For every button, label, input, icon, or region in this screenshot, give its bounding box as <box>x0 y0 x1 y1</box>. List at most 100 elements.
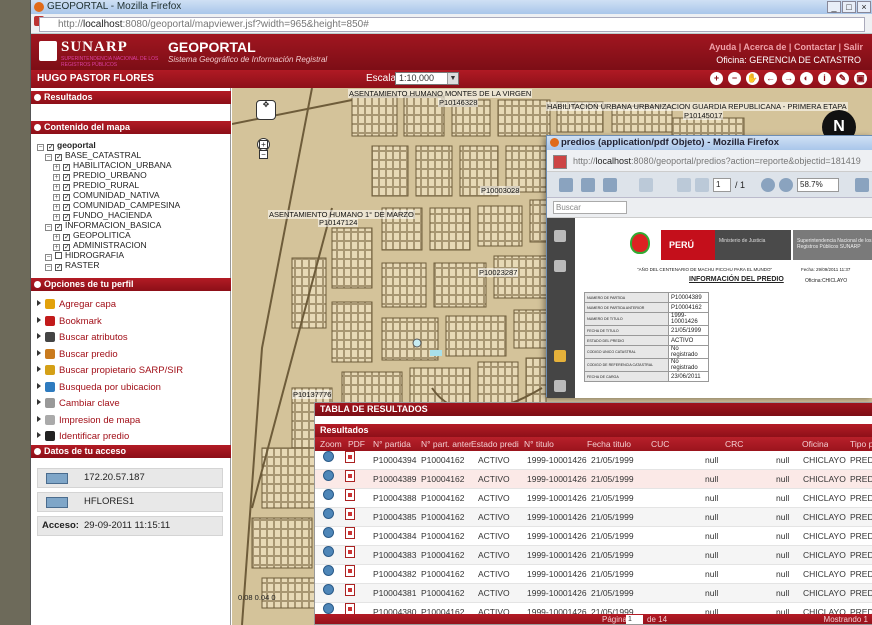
panel-resultados[interactable]: Resultados <box>31 91 231 104</box>
zoom-to-icon[interactable] <box>323 470 334 481</box>
table-row[interactable]: P10004383 P10004162 ACTIVO 1999-10001426 21/… <box>315 546 872 565</box>
option-item[interactable]: Buscar atributos <box>37 331 128 345</box>
prev-page-icon[interactable] <box>677 178 691 192</box>
zoom-out-icon[interactable]: − <box>728 72 741 85</box>
table-row[interactable]: P10004394 P10004162 ACTIVO 1999-10001426 21/… <box>315 451 872 470</box>
page-input[interactable]: 1 <box>713 178 731 192</box>
panel-opciones[interactable]: Opciones de tu perfil <box>31 278 231 291</box>
expand-icon[interactable]: − <box>45 264 52 271</box>
option-item[interactable]: Busqueda por ubicacion <box>37 381 161 395</box>
column-header[interactable]: N° titulo <box>524 437 554 451</box>
full-extent-icon[interactable]: ◐ <box>800 72 813 85</box>
header-links[interactable]: Ayuda | Acerca de | Contactar | Salir <box>709 42 863 52</box>
zoom-in-icon[interactable]: + <box>710 72 723 85</box>
option-item[interactable]: Impresion de mapa <box>37 414 140 428</box>
back-icon[interactable]: ← <box>764 72 777 85</box>
zoom-out-button[interactable]: − <box>259 150 268 159</box>
maximize-button[interactable]: □ <box>842 1 856 13</box>
layer-node[interactable]: − ✓ INFORMACION_BASICA <box>45 220 161 231</box>
table-row[interactable]: P10004381 P10004162 ACTIVO 1999-10001426 21/… <box>315 584 872 603</box>
forward-icon[interactable]: → <box>782 72 795 85</box>
expand-icon[interactable]: − <box>45 154 52 161</box>
pdf-search-input[interactable]: Buscar <box>553 201 627 214</box>
attachment-icon[interactable] <box>554 380 566 392</box>
column-header[interactable]: Zoom <box>320 437 342 451</box>
column-header[interactable]: Tipo pre <box>850 437 872 451</box>
info-icon[interactable]: i <box>818 72 831 85</box>
hand-tool-icon[interactable] <box>639 178 653 192</box>
page-number-input[interactable]: 1 <box>626 615 643 624</box>
fit-page-icon[interactable] <box>855 178 869 192</box>
address-bar[interactable]: http://localhost:8080/geoportal/mapviewe… <box>39 17 865 32</box>
layer-node[interactable]: + ✓ HABILITACION_URBANA <box>53 160 172 171</box>
pages-icon[interactable] <box>554 230 566 242</box>
measure-icon[interactable]: ✎ <box>836 72 849 85</box>
column-header[interactable]: N° partida <box>373 437 411 451</box>
zoom-to-icon[interactable] <box>323 489 334 500</box>
table-row[interactable]: P10004389 P10004162 ACTIVO 1999-10001426 21/… <box>315 470 872 489</box>
layer-node[interactable]: − ✓ RASTER <box>45 260 99 271</box>
column-header[interactable]: CRC <box>725 437 743 451</box>
panel-datos[interactable]: Datos de tu acceso <box>31 445 231 458</box>
zoom-in-button[interactable]: + <box>259 140 268 149</box>
layer-node[interactable]: + ✓ PREDIO_URBANO <box>53 170 147 181</box>
minimize-button[interactable]: _ <box>827 1 841 13</box>
zoom-select[interactable]: 58.7% <box>797 178 839 192</box>
table-row[interactable]: P10004382 P10004162 ACTIVO 1999-10001426 21/… <box>315 565 872 584</box>
zoom-in-icon[interactable] <box>779 178 793 192</box>
pan-icon[interactable]: ✋ <box>746 72 759 85</box>
option-item[interactable]: Agregar capa <box>37 298 116 312</box>
layer-node[interactable]: + ✓ PREDIO_RURAL <box>53 180 139 191</box>
next-page-icon[interactable] <box>695 178 709 192</box>
layer-node[interactable]: − HIDROGRAFIA <box>45 250 124 261</box>
layer-node[interactable]: + ✓ GEOPOLITICA <box>53 230 131 241</box>
layer-node[interactable]: − ✓ geoportal <box>37 140 96 151</box>
zoom-to-icon[interactable] <box>323 603 334 614</box>
column-header[interactable]: PDF <box>348 437 365 451</box>
layer-checkbox[interactable] <box>55 252 62 259</box>
pdf-icon[interactable] <box>345 584 355 596</box>
option-item[interactable]: Buscar predio <box>37 348 118 362</box>
expand-icon[interactable]: − <box>37 144 44 151</box>
layer-node[interactable]: + ✓ COMUNIDAD_CAMPESINA <box>53 200 180 211</box>
column-header[interactable]: Fecha titulo <box>587 437 631 451</box>
table-row[interactable]: P10004385 P10004162 ACTIVO 1999-10001426 21/… <box>315 508 872 527</box>
table-row[interactable]: P10004384 P10004162 ACTIVO 1999-10001426 21/… <box>315 527 872 546</box>
pdf-address-bar[interactable]: http://localhost:8080/geoportal/predios?… <box>547 150 872 172</box>
pdf-icon[interactable] <box>345 565 355 577</box>
zoom-out-icon[interactable] <box>761 178 775 192</box>
zoom-to-icon[interactable] <box>323 451 334 462</box>
zoom-to-icon[interactable] <box>323 565 334 576</box>
pdf-icon[interactable] <box>345 527 355 539</box>
column-header[interactable]: CUC <box>651 437 669 451</box>
layer-node[interactable]: + ✓ COMUNIDAD_NATIVA <box>53 190 160 201</box>
pdf-icon[interactable] <box>345 546 355 558</box>
pdf-icon[interactable] <box>345 470 355 482</box>
save-icon[interactable] <box>581 178 595 192</box>
print-icon[interactable] <box>559 178 573 192</box>
layer-node[interactable]: + ✓ ADMINISTRACION <box>53 240 147 251</box>
zoom-to-icon[interactable] <box>323 546 334 557</box>
layer-node[interactable]: + ✓ FUNDO_HACIENDA <box>53 210 152 221</box>
print-icon[interactable]: ▣ <box>854 72 867 85</box>
close-button[interactable]: × <box>857 1 871 13</box>
table-row[interactable]: P10004388 P10004162 ACTIVO 1999-10001426 21/… <box>315 489 872 508</box>
option-item[interactable]: Bookmark <box>37 315 102 329</box>
zoom-to-icon[interactable] <box>323 584 334 595</box>
signatures-icon[interactable] <box>554 350 566 362</box>
option-item[interactable]: Cambiar clave <box>37 397 120 411</box>
column-header[interactable]: Estado predi <box>471 437 519 451</box>
pan-arrows-icon[interactable]: ✥ <box>256 100 276 120</box>
layer-checkbox[interactable]: ✓ <box>55 264 62 271</box>
column-header[interactable]: N° part. anter <box>421 437 472 451</box>
pdf-icon[interactable] <box>345 451 355 463</box>
pdf-icon[interactable] <box>345 489 355 501</box>
zoom-to-icon[interactable] <box>323 527 334 538</box>
panel-contenido[interactable]: Contenido del mapa <box>31 121 231 134</box>
option-item[interactable]: Buscar propietario SARP/SIR <box>37 364 183 378</box>
option-item[interactable]: Identificar predio <box>37 430 129 444</box>
expand-icon[interactable]: − <box>45 224 52 231</box>
bookmarks-icon[interactable] <box>554 260 566 272</box>
column-header[interactable]: Oficina <box>802 437 828 451</box>
pdf-icon[interactable] <box>345 508 355 520</box>
